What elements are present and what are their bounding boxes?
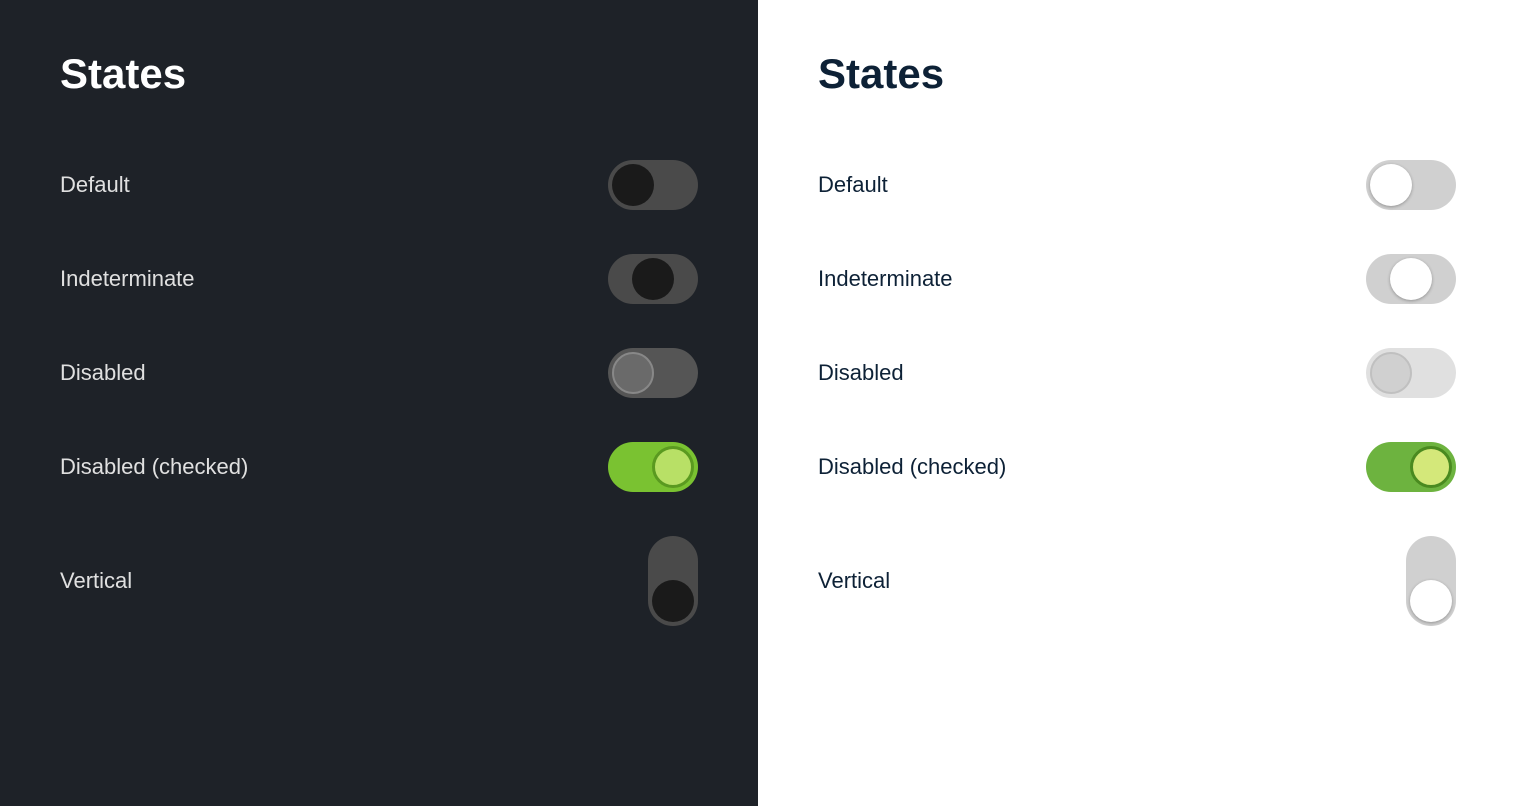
- light-vertical-toggle[interactable]: [1406, 536, 1456, 626]
- dark-disabled-thumb: [612, 352, 654, 394]
- light-panel: States Default Indeterminate Disabled Di…: [758, 0, 1516, 806]
- dark-panel: States Default Indeterminate Disabled Di…: [0, 0, 758, 806]
- dark-vertical-toggle[interactable]: [648, 536, 698, 626]
- light-vertical-label: Vertical: [818, 568, 890, 594]
- dark-default-label: Default: [60, 172, 130, 198]
- light-disabled-thumb: [1370, 352, 1412, 394]
- light-indeterminate-row: Indeterminate: [818, 232, 1456, 326]
- light-default-toggle[interactable]: [1366, 160, 1456, 210]
- light-disabled-row: Disabled: [818, 326, 1456, 420]
- dark-disabled-toggle: [608, 348, 698, 398]
- dark-default-row: Default: [60, 138, 698, 232]
- light-indeterminate-toggle[interactable]: [1366, 254, 1456, 304]
- dark-indeterminate-label: Indeterminate: [60, 266, 195, 292]
- light-default-label: Default: [818, 172, 888, 198]
- dark-disabled-row: Disabled: [60, 326, 698, 420]
- dark-indeterminate-thumb: [632, 258, 674, 300]
- dark-disabled-checked-label: Disabled (checked): [60, 454, 248, 480]
- light-vertical-thumb: [1410, 580, 1452, 622]
- dark-indeterminate-toggle[interactable]: [608, 254, 698, 304]
- light-disabled-label: Disabled: [818, 360, 904, 386]
- light-disabled-checked-label: Disabled (checked): [818, 454, 1006, 480]
- dark-disabled-checked-row: Disabled (checked): [60, 420, 698, 514]
- dark-panel-title: States: [60, 50, 698, 98]
- light-disabled-checked-thumb: [1410, 446, 1452, 488]
- dark-default-thumb: [612, 164, 654, 206]
- light-vertical-row: Vertical: [818, 514, 1456, 648]
- light-disabled-checked-toggle: [1366, 442, 1456, 492]
- dark-disabled-label: Disabled: [60, 360, 146, 386]
- dark-disabled-checked-toggle: [608, 442, 698, 492]
- dark-vertical-label: Vertical: [60, 568, 132, 594]
- light-indeterminate-label: Indeterminate: [818, 266, 953, 292]
- dark-default-toggle[interactable]: [608, 160, 698, 210]
- light-default-row: Default: [818, 138, 1456, 232]
- dark-disabled-checked-thumb: [652, 446, 694, 488]
- light-panel-title: States: [818, 50, 1456, 98]
- dark-vertical-thumb: [652, 580, 694, 622]
- light-disabled-checked-row: Disabled (checked): [818, 420, 1456, 514]
- dark-vertical-row: Vertical: [60, 514, 698, 648]
- light-indeterminate-thumb: [1390, 258, 1432, 300]
- dark-indeterminate-row: Indeterminate: [60, 232, 698, 326]
- light-disabled-toggle: [1366, 348, 1456, 398]
- light-default-thumb: [1370, 164, 1412, 206]
